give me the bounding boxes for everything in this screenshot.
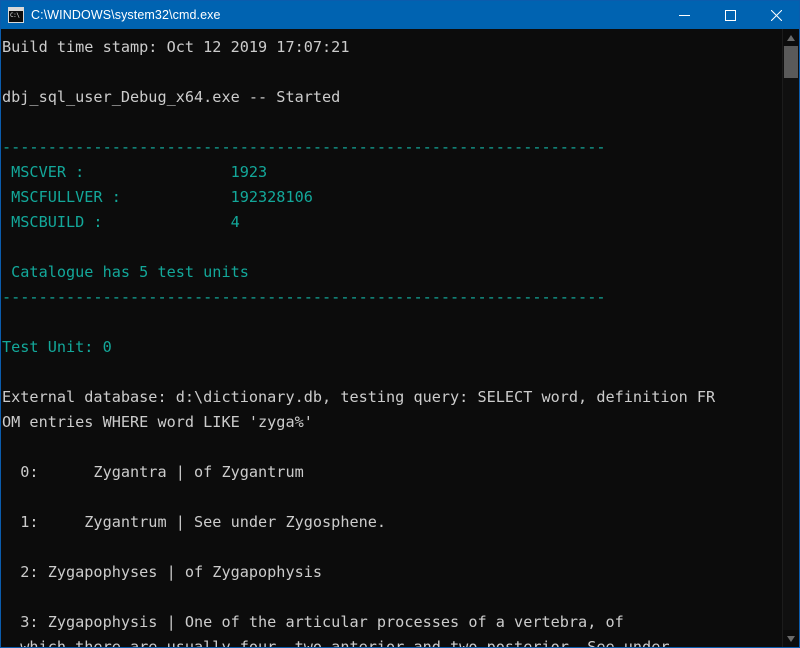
- console-area: Build time stamp: Oct 12 2019 17:07:21 d…: [1, 29, 799, 647]
- console-line: External database: d:\dictionary.db, tes…: [2, 388, 716, 406]
- console-line: 3: Zygapophysis | One of the articular p…: [2, 613, 624, 631]
- scrollbar-track[interactable]: [783, 46, 799, 630]
- console-line: 0: Zygantra | of Zygantrum: [2, 463, 304, 481]
- console-scrollbar[interactable]: [782, 29, 799, 647]
- console-line: ----------------------------------------…: [2, 288, 606, 306]
- console-line: Build time stamp: Oct 12 2019 17:07:21: [2, 38, 350, 56]
- cmd-console-icon: [8, 7, 24, 23]
- console-line: ----------------------------------------…: [2, 138, 606, 156]
- minimize-button[interactable]: [661, 1, 707, 29]
- console-line: dbj_sql_user_Debug_x64.exe -- Started: [2, 88, 341, 106]
- console-line: 2: Zygapophyses | of Zygapophysis: [2, 563, 323, 581]
- window-title: C:\WINDOWS\system32\cmd.exe: [31, 8, 221, 22]
- maximize-button[interactable]: [707, 1, 753, 29]
- console-line: OM entries WHERE word LIKE 'zyga%': [2, 413, 313, 431]
- console-line: MSCFULLVER : 192328106: [2, 188, 313, 206]
- console-output[interactable]: Build time stamp: Oct 12 2019 17:07:21 d…: [1, 29, 782, 647]
- scroll-up-icon[interactable]: [783, 29, 799, 46]
- cmd-window: C:\WINDOWS\system32\cmd.exe Build time s…: [0, 0, 800, 648]
- console-line: MSCBUILD : 4: [2, 213, 240, 231]
- console-line: Catalogue has 5 test units: [2, 263, 249, 281]
- close-button[interactable]: [753, 1, 799, 29]
- window-controls: [661, 1, 799, 29]
- console-line: 1: Zygantrum | See under Zygosphene.: [2, 513, 387, 531]
- scrollbar-thumb[interactable]: [784, 46, 798, 78]
- window-titlebar[interactable]: C:\WINDOWS\system32\cmd.exe: [1, 1, 799, 29]
- console-line: MSCVER : 1923: [2, 163, 268, 181]
- console-line: Test Unit: 0: [2, 338, 112, 356]
- console-line: which there are usually four, two anteri…: [2, 638, 670, 647]
- scroll-down-icon[interactable]: [783, 630, 799, 647]
